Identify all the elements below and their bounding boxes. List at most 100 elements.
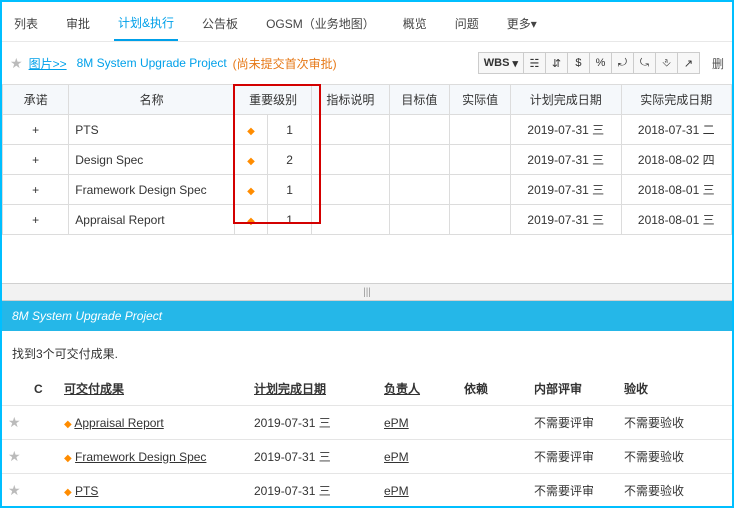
expand-toggle[interactable]: + [3, 175, 69, 205]
col-review[interactable]: 内部评审 [528, 372, 618, 406]
plan-date: 2019-07-31 三 [248, 406, 378, 440]
col-target: 目标值 [389, 85, 450, 115]
expand-toggle[interactable]: + [3, 115, 69, 145]
metric-desc [312, 205, 389, 235]
results-count: 找到3个可交付成果. [2, 331, 732, 372]
table-row[interactable]: +Framework Design Spec◆12019-07-31 三2018… [3, 175, 732, 205]
col-owner[interactable]: 负责人 [378, 372, 458, 406]
deliverable-name: ◆ PTS [58, 474, 248, 508]
toolbar-icon-3[interactable]: $ [567, 53, 589, 73]
owner-link[interactable]: ePM [384, 450, 409, 464]
owner-link[interactable]: ePM [384, 484, 409, 498]
plan-date: 2019-07-31 三 [511, 115, 621, 145]
tab-plan-execute[interactable]: 计划&执行 [114, 8, 178, 41]
chevron-down-icon: ▾ [531, 17, 537, 31]
c-cell [28, 440, 58, 474]
actual-date: 2018-08-01 三 [621, 175, 732, 205]
deliverable-name: ◆ Framework Design Spec [58, 440, 248, 474]
delete-text[interactable]: 删 [712, 55, 724, 72]
owner-link[interactable]: ePM [384, 416, 409, 430]
deliverable-link[interactable]: Framework Design Spec [75, 450, 206, 464]
row-name: Framework Design Spec [69, 175, 235, 205]
wbs-button[interactable]: WBS▾ [479, 53, 523, 73]
plan-date: 2019-07-31 三 [511, 145, 621, 175]
plan-date: 2019-07-31 三 [248, 474, 378, 508]
col-plan-date: 计划完成日期 [511, 85, 621, 115]
col-plan-date-2[interactable]: 计划完成日期 [248, 372, 378, 406]
toolbar: WBS▾ ☵ ⇵ $ % ⤾ ⤿ ⎀ ↗ [478, 52, 700, 74]
favorite-icon[interactable]: ★ [2, 440, 28, 474]
col-actual-val: 实际值 [450, 85, 511, 115]
row-name: PTS [69, 115, 235, 145]
expand-toggle[interactable]: + [3, 145, 69, 175]
table-row[interactable]: +Appraisal Report◆12019-07-31 三2018-08-0… [3, 205, 732, 235]
tab-list[interactable]: 列表 [10, 9, 42, 40]
priority-value: 1 [268, 175, 312, 205]
deliverable-name: ◆ Appraisal Report [58, 406, 248, 440]
col-name: 名称 [69, 85, 235, 115]
col-actual-date: 实际完成日期 [621, 85, 732, 115]
tab-ogsm[interactable]: OGSM（业务地图） [262, 9, 379, 40]
col-deliverable[interactable]: 可交付成果 [58, 372, 248, 406]
toolbar-icon-4[interactable]: % [589, 53, 611, 73]
tab-issues[interactable]: 问题 [451, 9, 483, 40]
col-c[interactable]: C [28, 372, 58, 406]
owner-cell: ePM [378, 406, 458, 440]
c-cell [28, 406, 58, 440]
priority-value: 2 [268, 145, 312, 175]
favorite-icon[interactable]: ★ [2, 406, 28, 440]
pending-approval-text: (尚未提交首次审批) [233, 55, 337, 72]
deliverable-link[interactable]: Appraisal Report [74, 416, 163, 430]
toolbar-icon-6[interactable]: ⤿ [633, 53, 655, 73]
table-row[interactable]: ★◆ Appraisal Report2019-07-31 三ePM不需要评审不… [2, 406, 732, 440]
expand-toggle[interactable]: + [3, 205, 69, 235]
col-star [2, 372, 28, 406]
toolbar-icon-1[interactable]: ☵ [523, 53, 545, 73]
c-cell [28, 474, 58, 508]
dependency-cell [458, 406, 528, 440]
section-header: 8M System Upgrade Project [2, 301, 732, 331]
col-accept[interactable]: 验收 [618, 372, 732, 406]
diamond-icon: ◆ [234, 145, 267, 175]
project-title: 8M System Upgrade Project [77, 56, 227, 70]
row-name: Appraisal Report [69, 205, 235, 235]
dependency-cell [458, 440, 528, 474]
table-row[interactable]: +Design Spec◆22019-07-31 三2018-08-02 四 [3, 145, 732, 175]
toolbar-icon-8[interactable]: ↗ [677, 53, 699, 73]
target-value [389, 145, 450, 175]
tab-approval[interactable]: 审批 [62, 9, 94, 40]
dependency-cell [458, 474, 528, 508]
toolbar-icon-5[interactable]: ⤾ [611, 53, 633, 73]
toolbar-icon-7[interactable]: ⎀ [655, 53, 677, 73]
table-row[interactable]: +PTS◆12019-07-31 三2018-07-31 二 [3, 115, 732, 145]
toolbar-icon-2[interactable]: ⇵ [545, 53, 567, 73]
image-link[interactable]: 图片>> [29, 55, 67, 72]
table-row[interactable]: ★◆ PTS2019-07-31 三ePM不需要评审不需要验收 [2, 474, 732, 508]
project-header: ★ 图片>> 8M System Upgrade Project (尚未提交首次… [2, 42, 732, 84]
review-cell: 不需要评审 [528, 474, 618, 508]
col-dependency[interactable]: 依赖 [458, 372, 528, 406]
diamond-icon: ◆ [234, 205, 267, 235]
tab-bulletin[interactable]: 公告板 [198, 9, 242, 40]
chevron-down-icon: ▾ [512, 57, 518, 70]
tab-more[interactable]: 更多▾ [503, 9, 541, 40]
actual-value [450, 175, 511, 205]
actual-value [450, 205, 511, 235]
tab-overview[interactable]: 概览 [399, 9, 431, 40]
tab-bar: 列表 审批 计划&执行 公告板 OGSM（业务地图） 概览 问题 更多▾ [2, 2, 732, 42]
row-name: Design Spec [69, 145, 235, 175]
actual-value [450, 145, 511, 175]
accept-cell: 不需要验收 [618, 440, 732, 474]
table-row[interactable]: ★◆ Framework Design Spec2019-07-31 三ePM不… [2, 440, 732, 474]
plan-date: 2019-07-31 三 [511, 175, 621, 205]
favorite-icon[interactable]: ★ [10, 55, 23, 72]
actual-date: 2018-07-31 二 [621, 115, 732, 145]
actual-value [450, 115, 511, 145]
horizontal-scrollbar[interactable]: ||| [2, 283, 732, 301]
target-value [389, 175, 450, 205]
favorite-icon[interactable]: ★ [2, 474, 28, 508]
target-value [389, 205, 450, 235]
deliverable-link[interactable]: PTS [75, 484, 98, 498]
metric-desc [312, 145, 389, 175]
priority-value: 1 [268, 205, 312, 235]
